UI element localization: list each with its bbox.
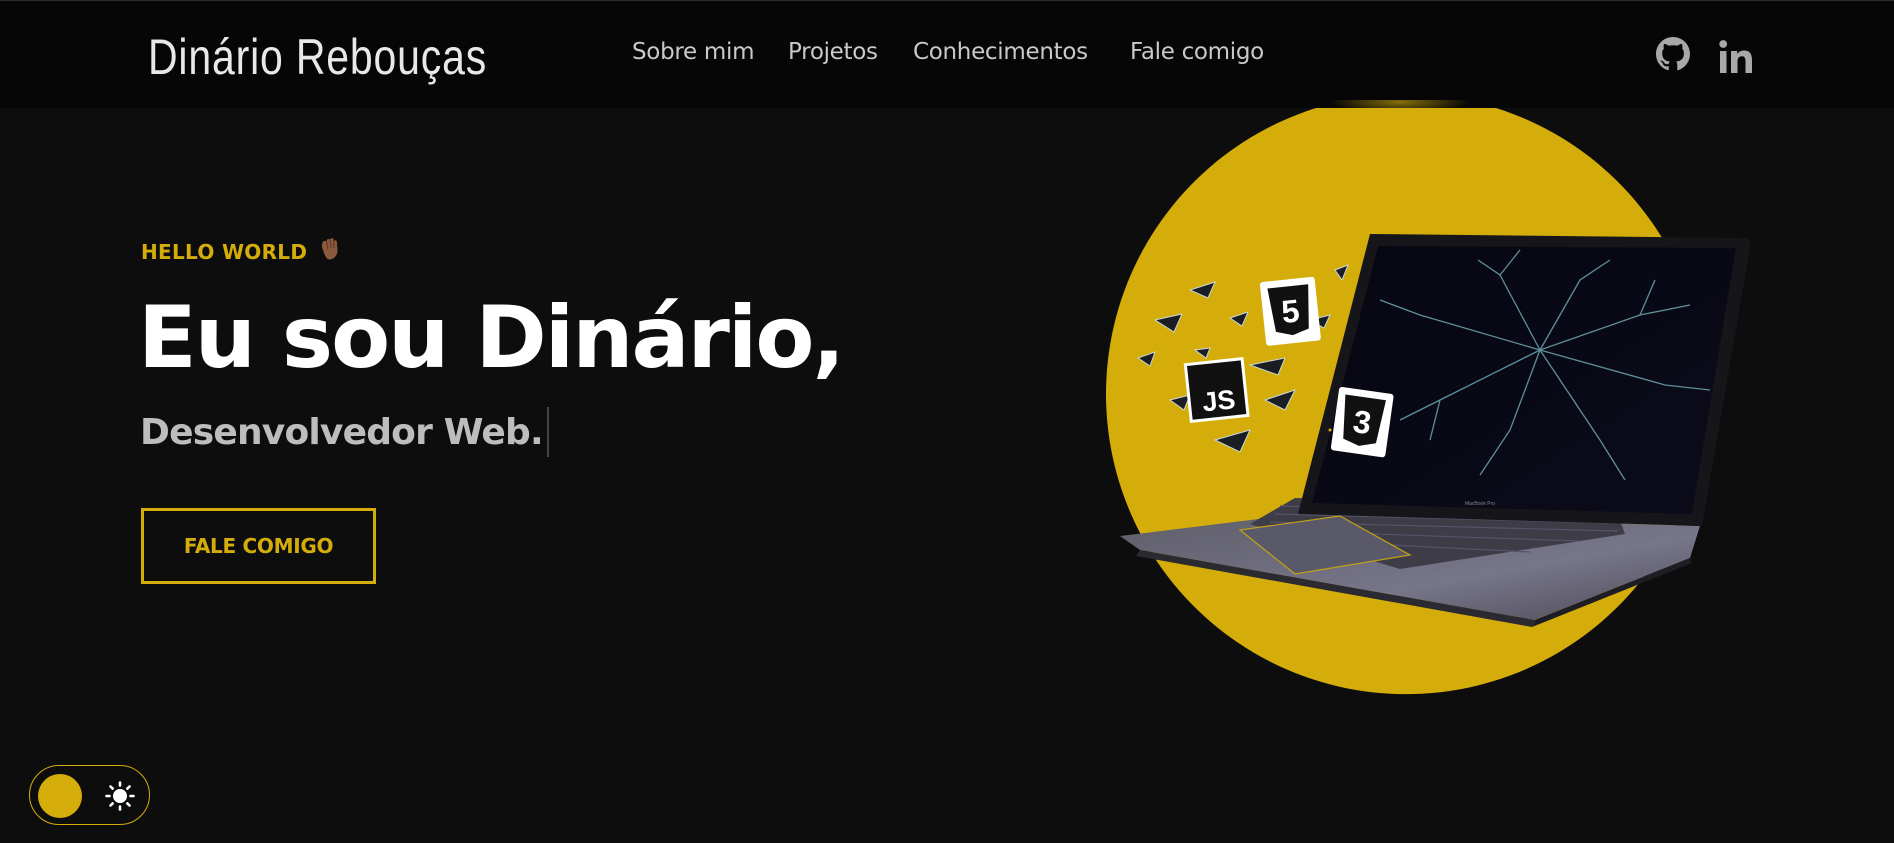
typing-caret <box>546 407 549 457</box>
site-logo[interactable]: Dinário Rebouças <box>148 27 487 87</box>
html5-badge: 5 <box>1260 276 1321 346</box>
nav-item-fale-comigo[interactable]: Fale comigo <box>1130 39 1264 65</box>
nav-item-conhecimentos[interactable]: Conhecimentos <box>913 39 1088 65</box>
hero-subtitle-text: Desenvolvedor Web. <box>140 411 544 453</box>
waving-hand-icon <box>317 236 343 267</box>
js-badge: JS <box>1183 357 1250 424</box>
js-badge-text: JS <box>1201 384 1237 417</box>
theme-toggle-knob[interactable] <box>38 774 82 818</box>
laptop-screen <box>1312 246 1736 514</box>
github-icon <box>1656 37 1690 71</box>
nav-item-projetos[interactable]: Projetos <box>788 39 878 65</box>
html5-badge-text: 5 <box>1280 292 1301 330</box>
laptop-label: MacBook Pro <box>1465 501 1495 507</box>
hero-title: Eu sou Dinário, <box>138 288 845 388</box>
hero-subtitle: Desenvolvedor Web. <box>140 407 549 457</box>
github-link[interactable] <box>1656 37 1690 75</box>
site-header: Dinário Rebouças Sobre mim Projetos Conh… <box>0 0 1894 108</box>
linkedin-link[interactable] <box>1718 39 1754 79</box>
theme-toggle[interactable] <box>29 765 150 825</box>
linkedin-icon <box>1719 40 1752 73</box>
hero-greeting: HELLO WORLD <box>141 236 343 267</box>
contact-button[interactable]: FALE COMIGO <box>141 508 376 584</box>
sun-icon <box>104 780 136 816</box>
nav-item-sobre-mim[interactable]: Sobre mim <box>632 39 754 65</box>
greeting-text: HELLO WORLD <box>141 239 308 264</box>
css3-badge: 3 <box>1330 387 1394 458</box>
hero-illustration: MacBook Pro 5 JS 3 <box>1080 90 1880 720</box>
